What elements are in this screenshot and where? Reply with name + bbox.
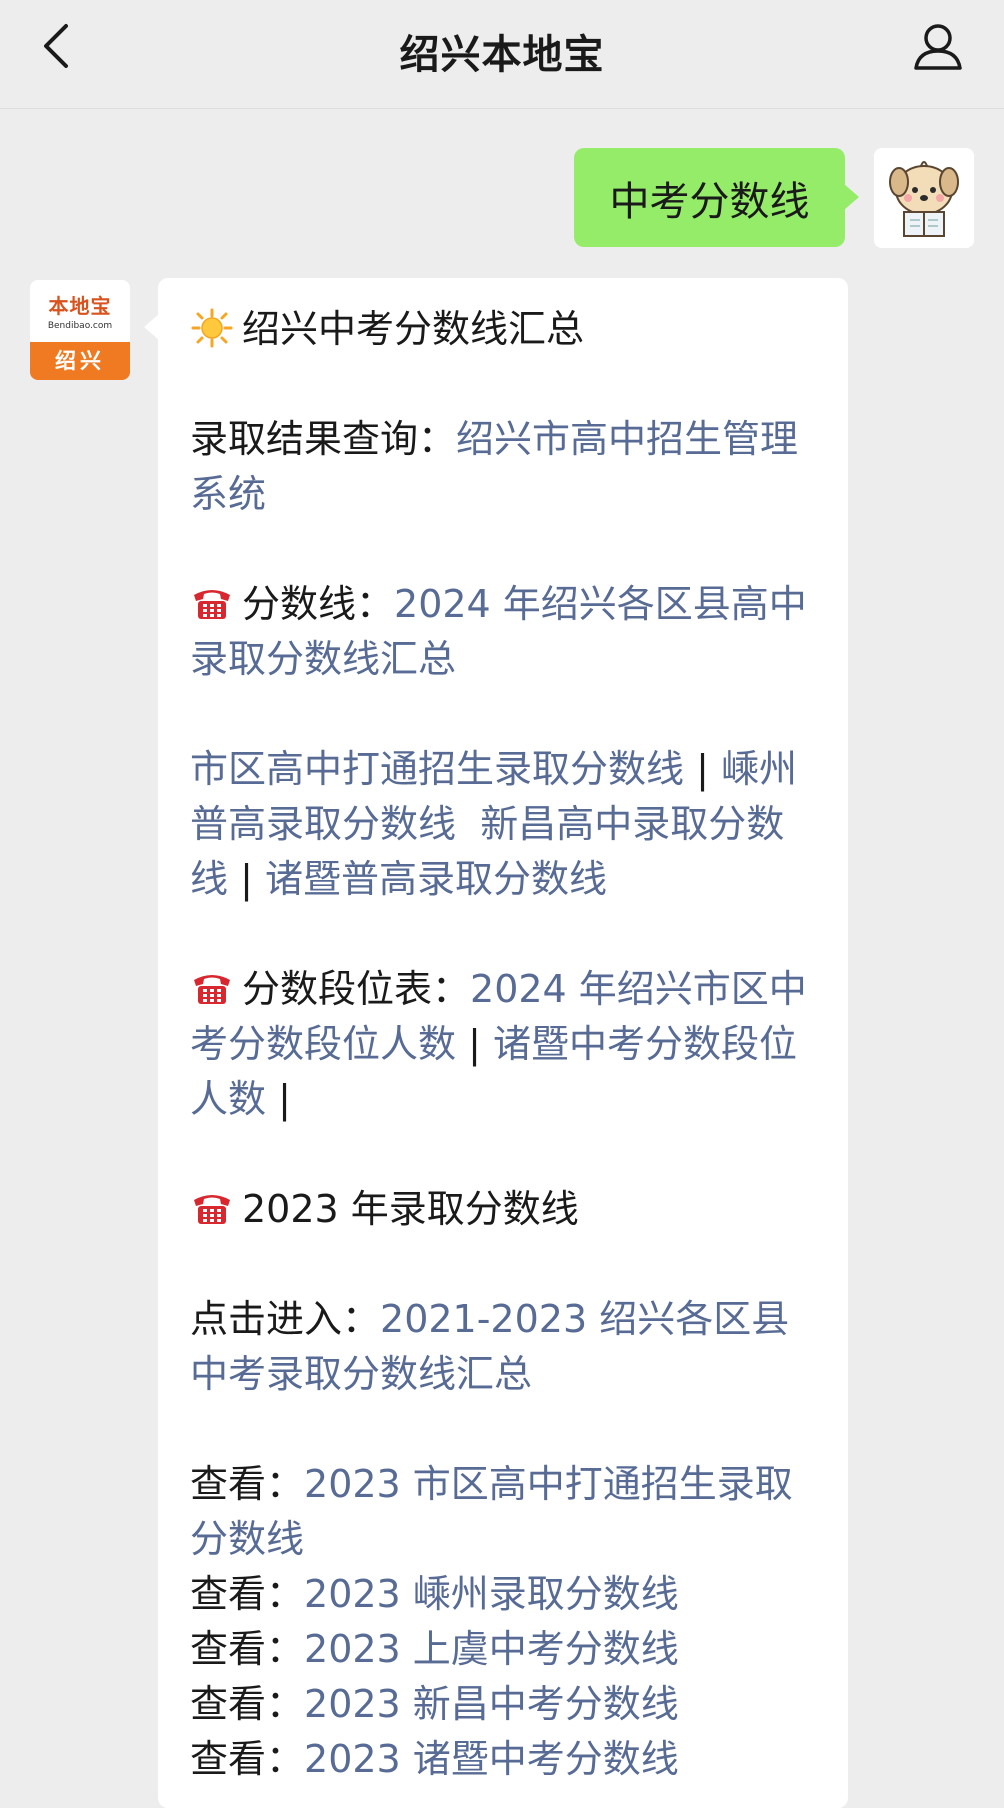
result-query-line: 录取结果查询：绍兴市高中招生管理系统 (190, 412, 818, 522)
enter-line: 点击进入：2021-2023 绍兴各区县中考录取分数线汇总 (190, 1292, 818, 1402)
separator: | (228, 857, 265, 901)
rank-table-label: 分数段位表： (242, 967, 471, 1011)
view-label: 查看： (190, 1572, 305, 1616)
score-label: 分数线： (242, 582, 395, 626)
profile-button[interactable] (908, 18, 968, 78)
logo-top: 本地宝 Bendibao.com (30, 280, 130, 342)
view-label: 查看： (190, 1737, 305, 1781)
bot-avatar[interactable]: 本地宝 Bendibao.com 绍兴 (30, 280, 130, 380)
person-icon (914, 24, 962, 70)
separator: | (684, 747, 721, 791)
page-title: 绍兴本地宝 (399, 32, 605, 78)
view-label: 查看： (190, 1627, 305, 1671)
district-link-city[interactable]: 市区高中打通招生录取分数线 (190, 747, 684, 791)
view-label: 查看： (190, 1462, 305, 1506)
district-links-line: 市区高中打通招生录取分数线 | 嵊州普高录取分数线 新昌高中录取分数线 | 诸暨… (190, 742, 818, 907)
result-query-label: 录取结果查询： (190, 417, 457, 461)
district-link-zhuji[interactable]: 诸暨普高录取分数线 (265, 857, 607, 901)
view-link-zhuji-2023[interactable]: 2023 诸暨中考分数线 (304, 1737, 679, 1781)
message-heading-line: 绍兴中考分数线汇总 (190, 302, 818, 357)
telephone-icon (194, 1195, 230, 1224)
user-avatar[interactable] (874, 148, 974, 248)
sun-icon (191, 308, 233, 348)
view-link-shengzhou-2023[interactable]: 2023 嵊州录取分数线 (304, 1572, 679, 1616)
view-line: 查看：2023 嵊州录取分数线 (190, 1567, 818, 1622)
outgoing-message-text: 中考分数线 (609, 178, 810, 225)
year-2023-heading: 2023 年录取分数线 (242, 1187, 579, 1231)
telephone-icon (194, 975, 230, 1004)
view-label: 查看： (190, 1682, 305, 1726)
view-line: 查看：2023 市区高中打通招生录取分数线 (190, 1457, 818, 1567)
view-line: 查看：2023 新昌中考分数线 (190, 1677, 818, 1732)
message-heading: 绍兴中考分数线汇总 (242, 307, 585, 351)
top-bar: 绍兴本地宝 (0, 0, 1004, 109)
logo-brand-name: 本地宝 (48, 294, 112, 318)
separator: | (266, 1077, 291, 1121)
enter-label: 点击进入： (190, 1297, 381, 1341)
score-line: 分数线：2024 年绍兴各区县高中录取分数线汇总 (190, 577, 818, 687)
rank-table-line: 分数段位表：2024 年绍兴市区中考分数段位人数 | 诸暨中考分数段位人数 | (190, 962, 818, 1127)
incoming-message-bubble: 绍兴中考分数线汇总 录取结果查询：绍兴市高中招生管理系统 分数线：2024 年绍… (144, 278, 848, 1808)
view-link-xinchang-2023[interactable]: 2023 新昌中考分数线 (304, 1682, 679, 1726)
view-link-shangyu-2023[interactable]: 2023 上虞中考分数线 (304, 1627, 679, 1671)
logo-city: 绍兴 (30, 342, 130, 380)
telephone-icon (194, 590, 230, 619)
year-2023-line: 2023 年录取分数线 (190, 1182, 818, 1237)
separator: | (456, 1022, 493, 1066)
view-line: 查看：2023 诸暨中考分数线 (190, 1732, 818, 1787)
logo-domain: Bendibao.com (47, 321, 113, 331)
view-line: 查看：2023 上虞中考分数线 (190, 1622, 818, 1677)
outgoing-message-bubble[interactable]: 中考分数线 (574, 148, 859, 247)
cartoon-dog-avatar-icon (874, 148, 974, 248)
